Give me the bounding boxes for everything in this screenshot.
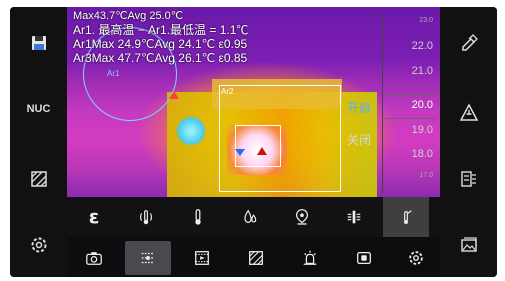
palette-edit-icon[interactable] (440, 159, 497, 199)
scale-tick: 23.0 (419, 17, 433, 24)
camera-app-frame: NUC Ar1 Ar2 Max43.7℃Avg 25.0℃ Ar1. 最高温 −… (10, 7, 497, 277)
nuc-label: NUC (26, 103, 51, 115)
scale-tick: 17.0 (419, 172, 433, 179)
scale-tick-selected[interactable]: 20.0 (383, 99, 433, 111)
vibration-temp-icon[interactable] (123, 197, 169, 237)
temperature-readout: Max43.7℃Avg 25.0℃ Ar1. 最高温 − Ar1.最低温 = 1… (73, 9, 248, 65)
scale-tick: 21.0 (411, 65, 433, 77)
texture-icon[interactable] (233, 241, 279, 275)
location-icon[interactable] (279, 197, 325, 237)
texture-icon[interactable] (10, 159, 67, 199)
thermal-menu-icon[interactable] (125, 241, 171, 275)
readout-line-0: Max43.7℃Avg 25.0℃ (73, 10, 184, 22)
warning-icon[interactable] (440, 93, 497, 133)
left-toolbar: NUC (10, 7, 67, 277)
area-rect-ar3[interactable] (235, 125, 281, 167)
function-toolbar: ε (67, 197, 441, 237)
humidity-icon[interactable] (227, 197, 273, 237)
off-button[interactable]: 关闭 (347, 131, 371, 148)
right-toolbar (440, 7, 497, 277)
bottom-toolbar (67, 237, 441, 277)
temperature-scale-panel: 23.0 22.0 21.0 20.0 19.0 18.0 17.0 开启 关闭 (345, 7, 441, 197)
thermal-gun-icon[interactable] (383, 197, 429, 237)
hot-marker (257, 147, 267, 155)
photo-icon[interactable] (341, 241, 387, 275)
video-icon[interactable] (179, 241, 225, 275)
scale-tick: 22.0 (411, 40, 433, 52)
readout-line-2: Ar1Max 24.9℃Avg 24.1℃ ε0.95 (73, 37, 248, 51)
ar2-label: Ar2 (221, 87, 234, 96)
emissivity-button[interactable]: ε (71, 197, 117, 237)
ar1-label: Ar1 (107, 69, 120, 78)
max-marker (169, 91, 179, 99)
scale-tick: 18.0 (411, 148, 433, 160)
alarm-icon[interactable] (287, 241, 333, 275)
cool-component (177, 117, 205, 145)
on-button[interactable]: 开启 (347, 99, 371, 116)
save-icon[interactable] (10, 23, 67, 63)
min-marker (235, 149, 245, 156)
thermometer-icon[interactable] (175, 197, 221, 237)
nuc-button[interactable]: NUC (10, 89, 67, 129)
edit-icon[interactable] (440, 23, 497, 63)
settings-icon[interactable] (10, 225, 67, 265)
scale-tick: 19.0 (411, 124, 433, 136)
gallery-icon[interactable] (440, 225, 497, 265)
epsilon-icon: ε (88, 206, 100, 228)
readout-line-3: Ar3Max 47.7℃Avg 26.1℃ ε0.85 (73, 51, 248, 65)
isotherm-icon[interactable] (331, 197, 377, 237)
camera-icon[interactable] (71, 241, 117, 275)
settings-icon[interactable] (393, 241, 439, 275)
readout-line-1: Ar1. 最高温 − Ar1.最低温 = 1.1℃ (73, 23, 249, 37)
